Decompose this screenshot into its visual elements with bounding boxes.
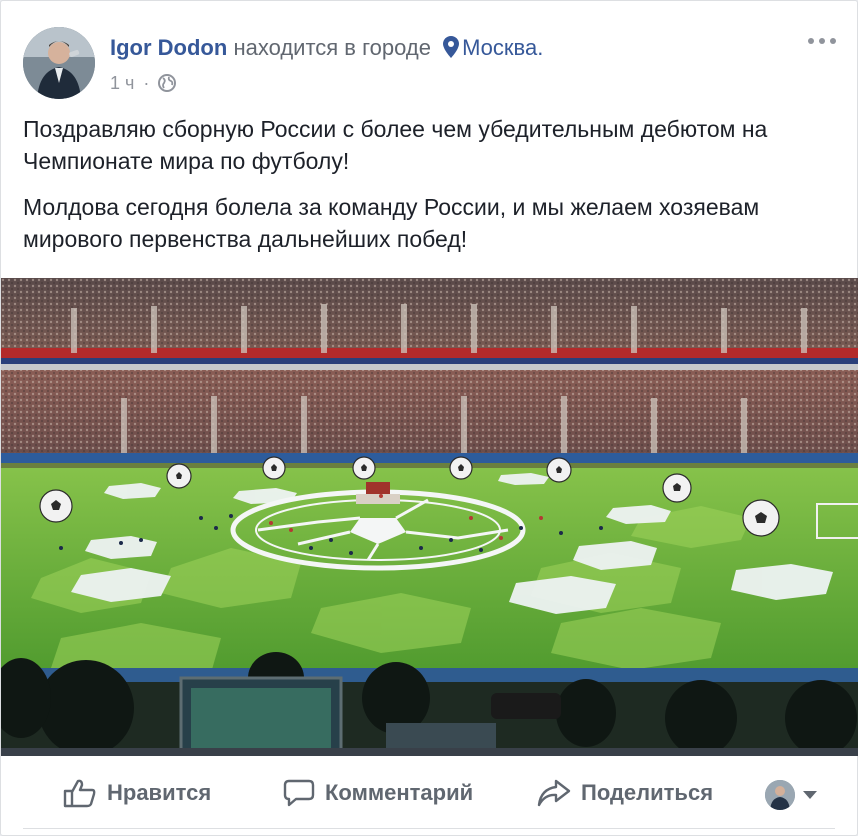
- meta-separator: ·: [143, 73, 150, 93]
- post-as-selector[interactable]: [765, 779, 823, 811]
- facebook-post: Igor Dodon находится в городе Москва. 1 …: [0, 0, 858, 836]
- chevron-down-icon: [803, 791, 817, 799]
- author-line: Igor Dodon находится в городе Москва.: [110, 35, 543, 64]
- share-label: Поделиться: [581, 780, 714, 805]
- more-dot: [808, 38, 814, 44]
- post-photo[interactable]: [1, 278, 858, 756]
- post-paragraph: Молдова сегодня болела за команду России…: [23, 194, 760, 252]
- thumbs-up-icon: [63, 779, 96, 808]
- post-meta: 1 ч ·: [110, 73, 177, 97]
- author-name[interactable]: Igor Dodon: [110, 35, 227, 60]
- location-pin-icon: [443, 36, 460, 64]
- comment-bubble-icon: [283, 779, 315, 807]
- post-paragraph: Поздравляю сборную России с более чем уб…: [23, 116, 768, 174]
- author-avatar[interactable]: [23, 27, 95, 99]
- comment-button[interactable]: Комментарий: [283, 773, 473, 813]
- timestamp[interactable]: 1 ч: [110, 73, 134, 93]
- action-bar: Нравится Комментарий Поделиться: [1, 761, 858, 827]
- location-link[interactable]: Москва.: [462, 35, 543, 60]
- user-avatar-small: [765, 780, 795, 810]
- more-options-icon[interactable]: [805, 31, 839, 51]
- globe-icon[interactable]: [158, 74, 177, 97]
- share-button[interactable]: Поделиться: [537, 773, 713, 813]
- divider: [23, 828, 835, 829]
- more-dot: [830, 38, 836, 44]
- checkin-text: находится в городе: [233, 35, 431, 60]
- post-text: Поздравляю сборную России с более чем уб…: [23, 113, 843, 269]
- comment-label: Комментарий: [325, 780, 474, 805]
- like-button[interactable]: Нравится: [63, 773, 211, 813]
- like-label: Нравится: [107, 780, 212, 805]
- more-dot: [819, 38, 825, 44]
- post-header: Igor Dodon находится в городе Москва. 1 …: [23, 27, 843, 103]
- share-arrow-icon: [537, 779, 571, 807]
